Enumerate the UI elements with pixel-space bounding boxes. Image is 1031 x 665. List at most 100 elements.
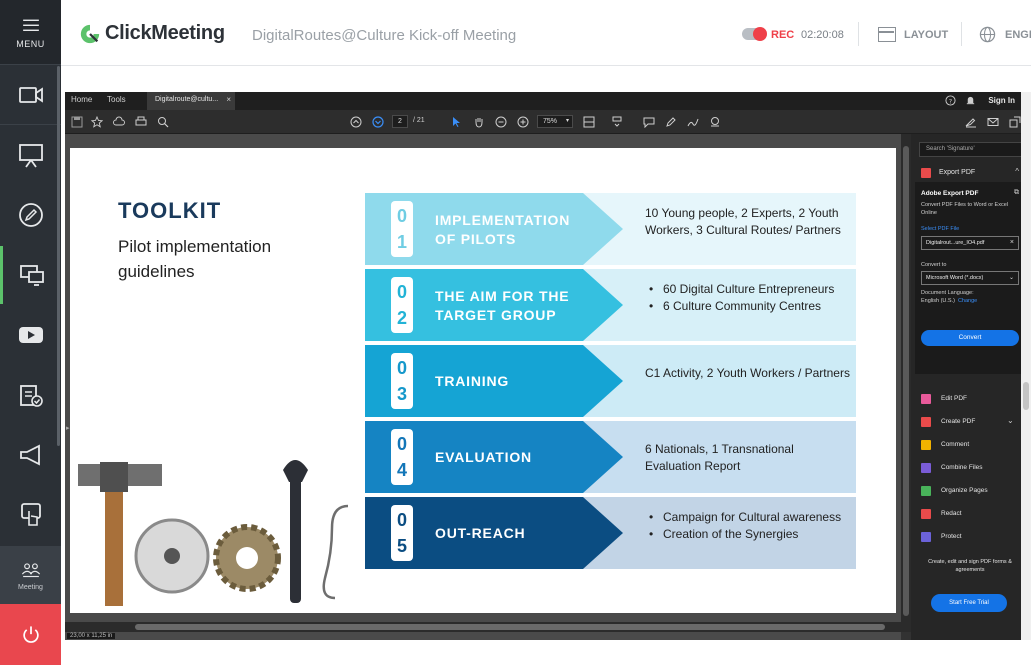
row-4-description: 6 Nationals, 1 Transnational Evaluation … bbox=[645, 442, 794, 473]
tab-tools[interactable]: Tools bbox=[107, 95, 126, 104]
tools-pane: Search 'Signature' Export PDF ^ Adobe Ex… bbox=[911, 134, 1029, 640]
redact-icon bbox=[921, 509, 931, 519]
row-4-num-top: 0 bbox=[396, 434, 407, 454]
cloud-upload-icon[interactable] bbox=[113, 116, 125, 128]
tab-home[interactable]: Home bbox=[71, 95, 92, 104]
close-tab-icon[interactable]: × bbox=[226, 95, 231, 104]
draw-icon[interactable] bbox=[687, 116, 699, 128]
sign-in-button[interactable]: Sign In bbox=[988, 96, 1015, 105]
layout-button[interactable]: LAYOUT bbox=[904, 29, 948, 41]
bookmark-star-icon[interactable] bbox=[91, 116, 103, 128]
change-language-link[interactable]: Change bbox=[958, 298, 977, 304]
tools-search-input[interactable]: Search 'Signature' bbox=[919, 142, 1023, 157]
tools-illustration bbox=[78, 460, 349, 606]
acrobat-tab-bar: Home Tools Digitalroute@cultu... × ? Sig… bbox=[65, 92, 1029, 110]
tab-document[interactable]: Digitalroute@cultu... × bbox=[147, 92, 235, 110]
viewer-vertical-scrollbar[interactable] bbox=[901, 134, 911, 632]
row-3-label: TRAINING bbox=[435, 373, 510, 389]
presentation-button[interactable] bbox=[0, 126, 61, 184]
document-tab-label: Digitalroute@cultu... bbox=[155, 96, 219, 103]
start-free-trial-button[interactable]: Start Free Trial bbox=[931, 594, 1007, 612]
scrollbar-thumb[interactable] bbox=[1023, 382, 1029, 410]
convert-button[interactable]: Convert bbox=[921, 330, 1019, 346]
scrollbar-thumb[interactable] bbox=[135, 624, 885, 630]
selected-file-field[interactable]: Digitalrout...ure_IO4.pdf × bbox=[921, 236, 1019, 250]
row-5-bullet: Creation of the Synergies bbox=[645, 526, 850, 543]
pdf-viewer[interactable]: ▸ TOOLKIT Pilot implementation guideline… bbox=[65, 134, 901, 640]
row-5-num-bot: 5 bbox=[396, 536, 407, 556]
menu-label: MENU bbox=[16, 38, 45, 49]
zoom-select[interactable]: 75% ▾ bbox=[537, 115, 573, 128]
organize-pages-icon bbox=[921, 486, 931, 496]
youtube-button[interactable] bbox=[0, 306, 61, 364]
whiteboard-button[interactable] bbox=[0, 186, 61, 244]
hand-tool-icon[interactable] bbox=[473, 116, 485, 128]
row-5-description: Campaign for Cultural awarenessCreation … bbox=[645, 509, 850, 543]
row-1-number-pill: 0 1 bbox=[391, 201, 413, 257]
edit-pdf-icon bbox=[921, 394, 931, 404]
notification-bell-icon[interactable] bbox=[965, 95, 976, 106]
interaction-button[interactable] bbox=[0, 486, 61, 544]
sign-icon[interactable] bbox=[965, 116, 977, 128]
camera-button[interactable] bbox=[0, 66, 61, 124]
meeting-title: DigitalRoutes@Culture Kick-off Meeting bbox=[252, 27, 517, 44]
row-5-number-pill: 0 5 bbox=[391, 505, 413, 561]
wrench-shaft bbox=[290, 478, 301, 603]
globe-icon[interactable] bbox=[979, 26, 996, 43]
mail-icon[interactable] bbox=[987, 116, 999, 128]
print-icon[interactable] bbox=[135, 116, 147, 128]
screen-share-button[interactable] bbox=[0, 246, 61, 304]
row-2-bullet: 6 Culture Community Centres bbox=[645, 298, 850, 315]
presentation-board-icon bbox=[18, 144, 43, 168]
outer-vertical-scrollbar[interactable] bbox=[1021, 92, 1031, 640]
row-3-num-top: 0 bbox=[396, 358, 407, 378]
comment-icon bbox=[921, 440, 931, 450]
wrench-jaw bbox=[283, 460, 308, 482]
stamp-icon[interactable] bbox=[709, 116, 721, 128]
zoom-in-icon[interactable] bbox=[517, 116, 529, 128]
zoom-value: 75% bbox=[543, 118, 558, 125]
rail-scrollbar[interactable] bbox=[57, 66, 60, 446]
left-panel-toggle-icon[interactable]: ▸ bbox=[66, 424, 70, 432]
youtube-icon bbox=[18, 327, 43, 343]
zoom-out-icon[interactable] bbox=[495, 116, 507, 128]
chevron-up-icon[interactable]: ^ bbox=[1015, 167, 1019, 176]
help-icon[interactable]: ? bbox=[945, 95, 956, 106]
export-card-description: Convert PDF Files to Word or Excel Onlin… bbox=[921, 202, 1009, 216]
top-header: ClickMeeting DigitalRoutes@Culture Kick-… bbox=[61, 0, 1031, 66]
highlight-pen-icon[interactable] bbox=[665, 116, 677, 128]
language-button[interactable]: ENGL bbox=[1005, 29, 1031, 41]
layout-icon[interactable] bbox=[878, 27, 896, 42]
combine-files-icon bbox=[921, 463, 931, 473]
row-2-label: THE AIM FOR THE TARGET GROUP bbox=[435, 288, 570, 323]
scrollbar-thumb[interactable] bbox=[903, 146, 909, 616]
protect-icon bbox=[921, 532, 931, 542]
fit-page-icon[interactable] bbox=[583, 116, 595, 128]
next-page-icon[interactable] bbox=[372, 116, 384, 128]
share-link-icon[interactable] bbox=[1009, 116, 1021, 128]
leave-meeting-button[interactable] bbox=[0, 604, 61, 665]
clickmeeting-logo: ClickMeeting bbox=[79, 22, 225, 45]
select-cursor-icon[interactable] bbox=[450, 116, 462, 128]
export-pdf-header[interactable]: Export PDF ^ bbox=[915, 164, 1025, 180]
search-icon[interactable] bbox=[157, 116, 169, 128]
select-file-link[interactable]: Select PDF File bbox=[921, 226, 959, 232]
scroll-mode-icon[interactable] bbox=[611, 116, 623, 128]
menu-button[interactable]: MENU bbox=[0, 0, 61, 64]
convert-to-label: Convert to bbox=[921, 262, 947, 268]
record-dot-icon[interactable] bbox=[753, 27, 767, 41]
save-icon[interactable] bbox=[71, 116, 83, 128]
clear-file-icon[interactable]: × bbox=[1010, 237, 1014, 249]
rail-divider bbox=[0, 124, 61, 125]
viewer-horizontal-scrollbar[interactable] bbox=[65, 622, 901, 632]
previous-page-icon[interactable] bbox=[350, 116, 362, 128]
copy-icon[interactable]: ⧉ bbox=[1014, 189, 1019, 197]
polls-button[interactable] bbox=[0, 366, 61, 424]
toolkit-row-2: 0 2 THE AIM FOR THETARGET GROUP 60 Digit… bbox=[365, 269, 856, 341]
comment-icon[interactable] bbox=[643, 116, 655, 128]
meeting-button[interactable]: Meeting bbox=[0, 546, 61, 604]
chevron-down-icon[interactable]: ⌄ bbox=[1007, 416, 1014, 425]
page-number-input[interactable]: 2 bbox=[392, 115, 408, 128]
call-to-action-button[interactable] bbox=[0, 426, 61, 484]
convert-format-select[interactable]: Microsoft Word (*.docx) ⌄ bbox=[921, 271, 1019, 285]
